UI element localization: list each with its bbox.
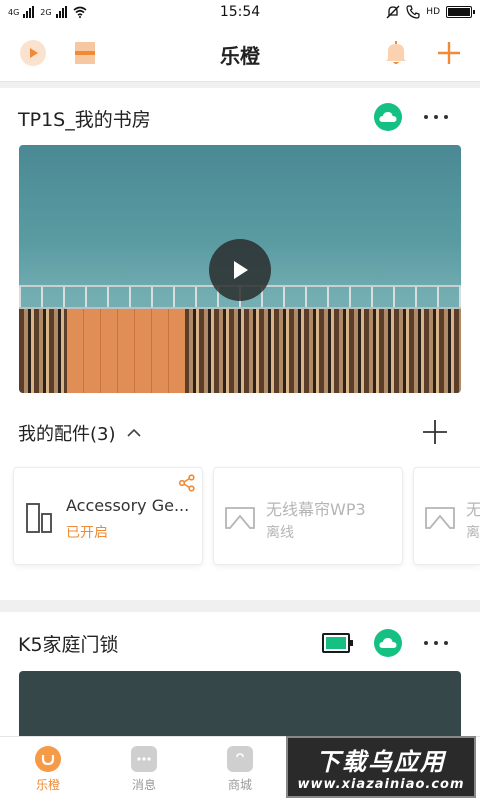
bell-icon — [386, 41, 406, 64]
nav-item-lecheng[interactable]: 乐橙 — [0, 737, 96, 800]
device-name: TP1S_我的书房 — [18, 109, 151, 131]
status-bar-left: 4G 2G — [8, 6, 87, 18]
curtain-sensor-icon — [425, 507, 455, 529]
app-header: 乐橙 — [0, 24, 480, 82]
nav-label: 乐橙 — [35, 777, 60, 792]
nav-item-shop[interactable]: 商城 — [192, 737, 288, 800]
device-name: K5家庭门锁 — [18, 634, 119, 656]
watermark-main: 下载乌应用 — [316, 748, 446, 776]
share-icon[interactable] — [178, 474, 196, 492]
shopping-bag-icon — [227, 745, 253, 772]
accessory-status: 离 — [466, 525, 480, 541]
nav-label: 商城 — [227, 777, 252, 792]
accessory-name: 无 — [466, 496, 480, 520]
signal-icon — [55, 6, 67, 18]
accessories-toggle[interactable]: 我的配件(3) — [18, 420, 142, 446]
dot-icon — [424, 115, 428, 119]
plus-icon — [438, 42, 460, 64]
plus-icon — [423, 420, 447, 444]
accessory-name: 无线幕帘WP3 — [266, 500, 366, 519]
add-device-button[interactable] — [434, 38, 464, 68]
wifi-icon — [73, 6, 87, 18]
accessory-status: 离线 — [266, 525, 294, 541]
cloud-icon — [379, 638, 397, 648]
notifications-button[interactable] — [381, 38, 411, 68]
preview-panel — [67, 309, 185, 393]
nav-label: 消息 — [131, 777, 156, 792]
dot-icon — [424, 641, 428, 645]
accessory-name: Accessory Ge... — [66, 496, 190, 515]
device-card: K5家庭门锁 — [0, 612, 480, 761]
play-icon — [234, 261, 248, 279]
camera-preview[interactable] — [19, 145, 461, 393]
cloud-icon — [379, 112, 397, 122]
dot-icon — [434, 115, 438, 119]
home-smile-icon — [35, 745, 61, 772]
dot-icon — [434, 641, 438, 645]
network-4g-label: 4G — [8, 7, 20, 17]
network-2g-label: 2G — [40, 7, 52, 17]
cloud-service-button[interactable] — [374, 103, 402, 131]
accessory-tile[interactable]: 无线幕帘WP3 离线 — [213, 467, 403, 565]
status-bar-right: HD — [386, 5, 475, 19]
status-bar: 4G 2G 15:54 HD — [0, 0, 480, 24]
message-icon — [131, 745, 157, 772]
mute-bell-icon — [386, 5, 400, 19]
nav-item-messages[interactable]: 消息 — [96, 737, 192, 800]
accessory-tile[interactable]: Accessory Ge... 已开启 — [13, 467, 203, 565]
add-accessory-button[interactable] — [421, 418, 449, 446]
phone-call-icon — [406, 5, 420, 19]
accessory-tile[interactable]: 无 离 — [413, 467, 480, 565]
more-options-button[interactable] — [421, 107, 451, 127]
watermark-logo: 下载乌应用 www.xiazainiao.com — [286, 736, 476, 798]
accessory-status: 已开启 — [66, 525, 108, 541]
battery-icon — [446, 6, 475, 18]
curtain-sensor-icon — [225, 507, 255, 529]
signal-icon — [23, 6, 35, 18]
chevron-up-icon — [126, 428, 141, 437]
accessories-label: 我的配件(3) — [18, 424, 116, 445]
watermark-url: www.xiazainiao.com — [297, 777, 465, 792]
battery-status-icon — [322, 633, 353, 653]
device-card: TP1S_我的书房 我的配件(3) Accessory Ge... 已开启 无线… — [0, 88, 480, 600]
hd-label: HD — [426, 7, 440, 17]
dot-icon — [444, 641, 448, 645]
cloud-service-button[interactable] — [374, 629, 402, 657]
door-sensor-icon — [26, 503, 52, 533]
dot-icon — [444, 115, 448, 119]
play-video-button[interactable] — [209, 239, 271, 301]
more-options-button[interactable] — [421, 633, 451, 653]
